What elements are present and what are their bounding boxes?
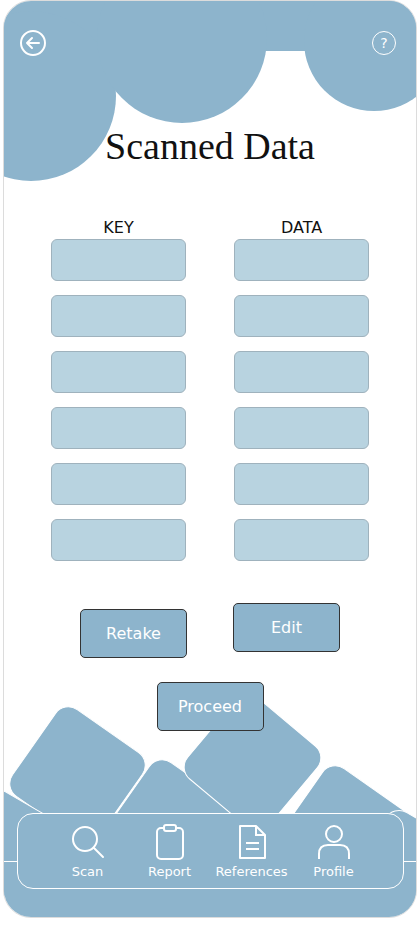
bottom-nav: Scan Report References Profile [17,813,404,889]
search-icon [68,822,108,862]
data-field[interactable] [234,519,369,561]
data-field[interactable] [234,463,369,505]
edit-button[interactable]: Edit [233,603,340,652]
document-icon [232,822,272,862]
key-field[interactable] [51,519,186,561]
data-table: KEY DATA [51,218,369,561]
back-arrow-icon[interactable] [18,28,48,58]
person-icon [314,822,354,862]
data-field[interactable] [234,407,369,449]
top-bar: ? [4,1,416,58]
nav-label: Report [148,864,191,879]
key-field[interactable] [51,239,186,281]
column-header: KEY [51,218,186,237]
nav-label: References [215,864,287,879]
nav-item[interactable]: Profile [301,822,367,888]
nav-label: Profile [313,864,353,879]
nav-item[interactable]: Report [137,822,203,888]
retake-button[interactable]: Retake [80,609,187,658]
help-button[interactable]: ? [372,31,396,55]
nav-item[interactable]: References [219,822,285,888]
phone-screen: ? Scanned Data KEY DATA Retake Edit Proce… [3,0,417,918]
key-field[interactable] [51,351,186,393]
clipboard-icon [150,822,190,862]
data-field[interactable] [234,295,369,337]
page-title: Scanned Data [105,124,315,168]
nav-label: Scan [72,864,104,879]
data-field[interactable] [234,239,369,281]
key-field[interactable] [51,463,186,505]
proceed-button[interactable]: Proceed [157,682,264,731]
column-header: DATA [234,218,369,237]
key-field[interactable] [51,295,186,337]
data-field[interactable] [234,351,369,393]
key-field[interactable] [51,407,186,449]
nav-item[interactable]: Scan [55,822,121,888]
